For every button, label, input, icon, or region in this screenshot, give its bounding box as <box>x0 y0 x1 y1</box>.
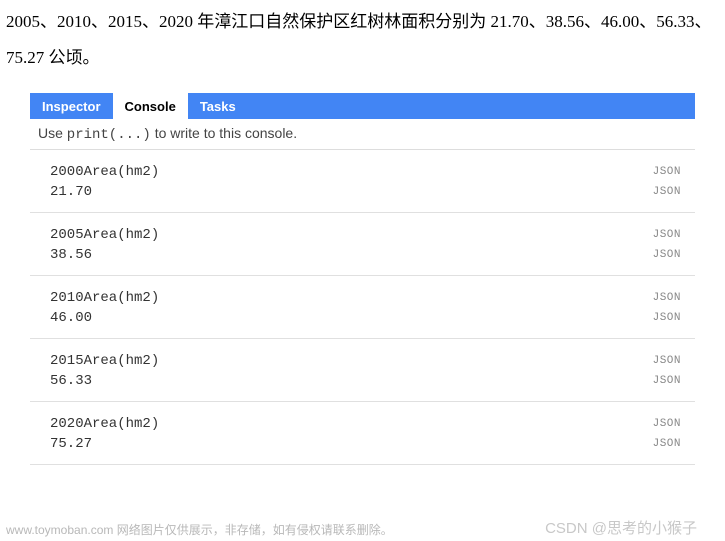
console-entry-row: 2020Area(hm2) JSON <box>30 414 695 434</box>
console-entry-label: 2020Area(hm2) <box>50 416 159 432</box>
hint-suffix: to write to this console. <box>151 125 297 141</box>
description-text: 2005、2010、2015、2020 年漳江口自然保护区红树林面积分别为 21… <box>0 0 725 93</box>
json-tag[interactable]: JSON <box>653 229 681 241</box>
console-entry-value: 21.70 <box>50 184 92 200</box>
console-entry-row: 2015Area(hm2) JSON <box>30 351 695 371</box>
tab-console[interactable]: Console <box>113 93 188 119</box>
tab-tasks[interactable]: Tasks <box>188 93 248 119</box>
footer-watermark-right: CSDN @思考的小猴子 <box>545 517 697 538</box>
hint-code: print(...) <box>67 127 151 143</box>
console-entry-row: 46.00 JSON <box>30 308 695 328</box>
console-panel: Inspector Console Tasks Use print(...) t… <box>30 93 695 465</box>
console-entry-row: 38.56 JSON <box>30 245 695 265</box>
console-entry-value: 75.27 <box>50 436 92 452</box>
console-entry-row: 21.70 JSON <box>30 182 695 202</box>
console-entry-label: 2010Area(hm2) <box>50 290 159 306</box>
console-entry-group: 2020Area(hm2) JSON 75.27 JSON <box>30 402 695 465</box>
console-entry-group: 2010Area(hm2) JSON 46.00 JSON <box>30 276 695 339</box>
json-tag[interactable]: JSON <box>653 418 681 430</box>
json-tag[interactable]: JSON <box>653 312 681 324</box>
console-entry-row: 56.33 JSON <box>30 371 695 391</box>
json-tag[interactable]: JSON <box>653 355 681 367</box>
json-tag[interactable]: JSON <box>653 186 681 198</box>
console-entry-row: 2005Area(hm2) JSON <box>30 225 695 245</box>
console-entry-value: 56.33 <box>50 373 92 389</box>
console-body: 2000Area(hm2) JSON 21.70 JSON 2005Area(hm2) J… <box>30 150 695 465</box>
console-entry-value: 38.56 <box>50 247 92 263</box>
footer-watermark-left: www.toymoban.com 网络图片仅供展示，非存储，如有侵权请联系删除。 <box>6 521 393 538</box>
console-entry-row: 2010Area(hm2) JSON <box>30 288 695 308</box>
console-entry-group: 2000Area(hm2) JSON 21.70 JSON <box>30 150 695 213</box>
console-entry-label: 2015Area(hm2) <box>50 353 159 369</box>
json-tag[interactable]: JSON <box>653 375 681 387</box>
console-entry-group: 2005Area(hm2) JSON 38.56 JSON <box>30 213 695 276</box>
console-entry-label: 2000Area(hm2) <box>50 164 159 180</box>
console-entry-label: 2005Area(hm2) <box>50 227 159 243</box>
hint-prefix: Use <box>38 125 67 141</box>
json-tag[interactable]: JSON <box>653 438 681 450</box>
console-entry-row: 2000Area(hm2) JSON <box>30 162 695 182</box>
console-entry-value: 46.00 <box>50 310 92 326</box>
console-entry-row: 75.27 JSON <box>30 434 695 454</box>
console-entry-group: 2015Area(hm2) JSON 56.33 JSON <box>30 339 695 402</box>
tab-bar: Inspector Console Tasks <box>30 93 695 119</box>
json-tag[interactable]: JSON <box>653 249 681 261</box>
json-tag[interactable]: JSON <box>653 292 681 304</box>
json-tag[interactable]: JSON <box>653 166 681 178</box>
console-hint: Use print(...) to write to this console. <box>30 119 695 150</box>
tab-inspector[interactable]: Inspector <box>30 93 113 119</box>
